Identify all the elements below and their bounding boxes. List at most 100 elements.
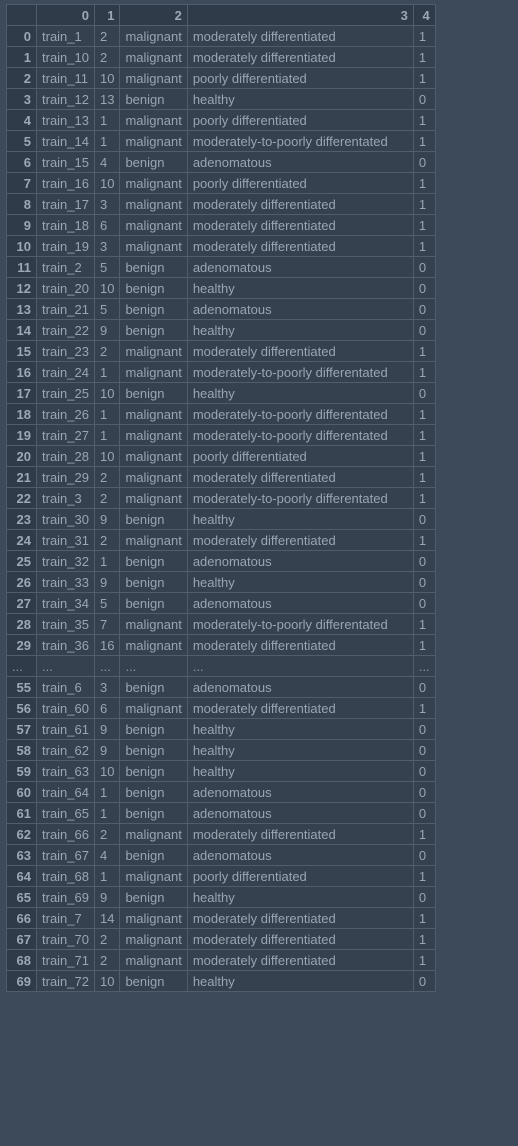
table-row: 64train_681malignantpoorly differentiate… (7, 866, 436, 887)
cell-grade: moderately differentiated (187, 467, 413, 488)
cell-class: benign (120, 89, 187, 110)
truncation-cell: ... (94, 656, 119, 677)
row-index: 26 (7, 572, 37, 593)
cell-identifier: train_3 (37, 488, 95, 509)
cell-identifier: train_11 (37, 68, 95, 89)
truncation-row: .................. (7, 656, 436, 677)
cell-label: 1 (413, 530, 435, 551)
cell-label: 0 (413, 803, 435, 824)
row-index: 0 (7, 26, 37, 47)
cell-class: malignant (120, 614, 187, 635)
row-index: 58 (7, 740, 37, 761)
row-index: 1 (7, 47, 37, 68)
table-row: 69train_7210benignhealthy0 (7, 971, 436, 992)
cell-class: malignant (120, 425, 187, 446)
cell-count: 2 (94, 950, 119, 971)
truncation-cell: ... (7, 656, 37, 677)
cell-grade: poorly differentiated (187, 446, 413, 467)
cell-label: 0 (413, 740, 435, 761)
cell-class: benign (120, 719, 187, 740)
cell-identifier: train_36 (37, 635, 95, 656)
cell-label: 0 (413, 782, 435, 803)
cell-grade: moderately-to-poorly differentated (187, 488, 413, 509)
cell-class: malignant (120, 929, 187, 950)
cell-identifier: train_33 (37, 572, 95, 593)
row-index: 3 (7, 89, 37, 110)
table-row: 5train_141malignantmoderately-to-poorly … (7, 131, 436, 152)
cell-label: 1 (413, 698, 435, 719)
table-row: 8train_173malignantmoderately differenti… (7, 194, 436, 215)
cell-identifier: train_10 (37, 47, 95, 68)
cell-identifier: train_72 (37, 971, 95, 992)
col-header-3: 3 (187, 5, 413, 26)
cell-class: malignant (120, 341, 187, 362)
cell-class: benign (120, 887, 187, 908)
cell-class: benign (120, 803, 187, 824)
cell-identifier: train_69 (37, 887, 95, 908)
row-index: 6 (7, 152, 37, 173)
cell-grade: moderately-to-poorly differentated (187, 614, 413, 635)
truncation-cell: ... (37, 656, 95, 677)
table-row: 18train_261malignantmoderately-to-poorly… (7, 404, 436, 425)
cell-count: 9 (94, 719, 119, 740)
cell-class: benign (120, 740, 187, 761)
cell-class: benign (120, 971, 187, 992)
cell-class: benign (120, 320, 187, 341)
cell-identifier: train_27 (37, 425, 95, 446)
cell-identifier: train_30 (37, 509, 95, 530)
table-row: 61train_651benignadenomatous0 (7, 803, 436, 824)
cell-class: malignant (120, 908, 187, 929)
cell-label: 0 (413, 719, 435, 740)
cell-count: 2 (94, 47, 119, 68)
table-row: 63train_674benignadenomatous0 (7, 845, 436, 866)
table-row: 23train_309benignhealthy0 (7, 509, 436, 530)
table-row: 55train_63benignadenomatous0 (7, 677, 436, 698)
cell-identifier: train_29 (37, 467, 95, 488)
cell-count: 3 (94, 677, 119, 698)
cell-grade: healthy (187, 383, 413, 404)
cell-label: 1 (413, 362, 435, 383)
cell-count: 1 (94, 362, 119, 383)
cell-count: 10 (94, 278, 119, 299)
table-row: 3train_1213benignhealthy0 (7, 89, 436, 110)
cell-identifier: train_12 (37, 89, 95, 110)
row-index: 69 (7, 971, 37, 992)
cell-grade: adenomatous (187, 299, 413, 320)
table-row: 21train_292malignantmoderately different… (7, 467, 436, 488)
cell-class: malignant (120, 467, 187, 488)
table-row: 27train_345benignadenomatous0 (7, 593, 436, 614)
table-row: 17train_2510benignhealthy0 (7, 383, 436, 404)
cell-count: 2 (94, 26, 119, 47)
header-row: 0 1 2 3 4 (7, 5, 436, 26)
cell-class: malignant (120, 215, 187, 236)
cell-label: 0 (413, 320, 435, 341)
cell-class: malignant (120, 68, 187, 89)
cell-grade: moderately differentiated (187, 26, 413, 47)
cell-class: malignant (120, 404, 187, 425)
cell-class: malignant (120, 950, 187, 971)
cell-identifier: train_63 (37, 761, 95, 782)
cell-identifier: train_22 (37, 320, 95, 341)
row-index: 68 (7, 950, 37, 971)
cell-label: 1 (413, 173, 435, 194)
table-row: 7train_1610malignantpoorly differentiate… (7, 173, 436, 194)
cell-identifier: train_7 (37, 908, 95, 929)
dataframe-table: 0 1 2 3 4 0train_12malignantmoderately d… (6, 4, 436, 992)
cell-label: 1 (413, 341, 435, 362)
cell-count: 1 (94, 803, 119, 824)
table-row: 11train_25benignadenomatous0 (7, 257, 436, 278)
cell-grade: healthy (187, 740, 413, 761)
cell-grade: healthy (187, 572, 413, 593)
cell-grade: adenomatous (187, 593, 413, 614)
cell-count: 16 (94, 635, 119, 656)
row-index: 25 (7, 551, 37, 572)
cell-count: 10 (94, 68, 119, 89)
cell-grade: moderately differentiated (187, 236, 413, 257)
cell-identifier: train_18 (37, 215, 95, 236)
table-row: 2train_1110malignantpoorly differentiate… (7, 68, 436, 89)
cell-count: 5 (94, 593, 119, 614)
cell-identifier: train_16 (37, 173, 95, 194)
row-index: 57 (7, 719, 37, 740)
cell-grade: adenomatous (187, 551, 413, 572)
table-row: 14train_229benignhealthy0 (7, 320, 436, 341)
